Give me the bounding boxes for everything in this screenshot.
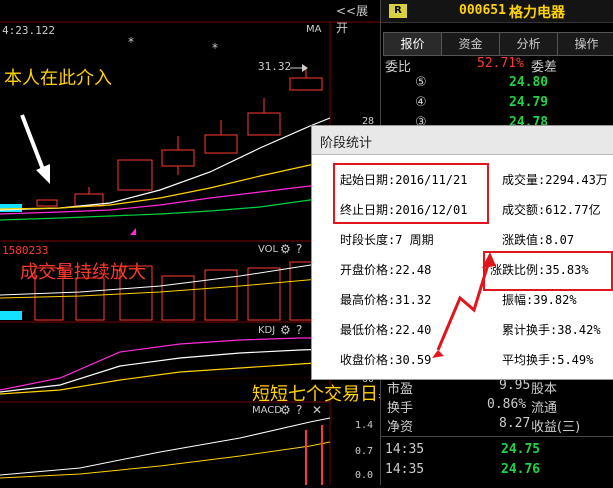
- ma-value-label: 4:23.122: [2, 24, 55, 37]
- weicha-label: 委差: [531, 60, 558, 75]
- nav-label: 净资: [387, 420, 414, 435]
- ask-price: 24.79: [509, 95, 549, 110]
- ticks-divider: [381, 436, 613, 437]
- equity-label: 股本: [531, 382, 558, 397]
- popup-header[interactable]: 阶段统计: [312, 126, 613, 155]
- kdj-tag: KDJ: [258, 325, 276, 336]
- close-price: 收盘价格:30.59: [340, 353, 432, 367]
- kdj-help-icon[interactable]: ?: [296, 323, 302, 337]
- tab-operation[interactable]: 操作: [557, 32, 613, 56]
- low-price: 最低价格:22.40: [340, 323, 432, 337]
- high-price: 最高价格:31.32: [340, 293, 432, 307]
- macd-tag: MACD: [252, 405, 282, 416]
- ask-row[interactable]: ⑤ 24.80: [381, 75, 613, 93]
- max-price-pointer-icon: [290, 64, 308, 72]
- vol-bar: [204, 269, 238, 321]
- ma-tag: MA: [306, 24, 322, 35]
- pe-label: 市盈: [387, 382, 414, 397]
- stock-header: R 000651 格力电器: [381, 0, 613, 23]
- svg-text:*: *: [128, 35, 134, 49]
- weibi-label: 委比: [385, 60, 412, 75]
- ask-level: ⑤: [415, 75, 427, 90]
- turnover-row: 换手 0.86% 流通: [381, 397, 613, 416]
- ask-row[interactable]: ④ 24.79: [381, 95, 613, 113]
- tick-price: 24.76: [501, 462, 541, 477]
- nav-value: 8.27: [499, 416, 531, 431]
- kdj-gear-icon[interactable]: ⚙: [280, 323, 291, 337]
- candle: [204, 134, 238, 154]
- vol-bar: [0, 311, 22, 320]
- red-pointer-arrow: [432, 252, 496, 358]
- weibi-value: 52.71%: [477, 56, 524, 71]
- tab-quote[interactable]: 报价: [383, 32, 442, 56]
- change-value: 涨跌值:8.07: [502, 233, 575, 247]
- vol-bar: [75, 277, 105, 321]
- candle: [117, 159, 153, 191]
- ask-price: 24.80: [509, 75, 549, 90]
- weibi-row: 委比 52.71% 委差: [381, 56, 613, 75]
- axis-label-0-7: 0.7: [355, 446, 374, 457]
- tick-time: 14:35: [385, 442, 425, 457]
- axis-label-1-4: 1.4: [355, 420, 374, 431]
- volume-total: 成交量:2294.43万: [502, 173, 608, 187]
- expand-button[interactable]: <<展开: [336, 2, 380, 36]
- vol-gear-icon[interactable]: ⚙: [280, 242, 291, 256]
- date-highlight-box: [333, 163, 489, 224]
- annotation-intervene: 本人在此介入: [4, 68, 112, 89]
- period-length: 时段长度:7 周期: [340, 233, 434, 247]
- open-price: 开盘价格:22.48: [340, 263, 432, 277]
- stock-code: 000651: [459, 3, 506, 18]
- max-price-label: 31.32: [258, 60, 292, 73]
- axis-label-0-0: 0.0: [355, 470, 374, 481]
- tick-time: 14:35: [385, 462, 425, 477]
- vol-bar: [247, 267, 281, 321]
- popup-title: 阶段统计: [320, 136, 373, 151]
- svg-text:*: *: [212, 41, 218, 55]
- float-label: 流通: [531, 401, 558, 416]
- macd-yellow-line: [0, 441, 331, 479]
- tick-row: 14:35 24.75: [381, 442, 613, 460]
- rzrq-badge: R: [389, 4, 407, 18]
- vol-help-icon[interactable]: ?: [296, 242, 302, 256]
- candle: [247, 112, 281, 136]
- tab-funds[interactable]: 资金: [441, 32, 500, 56]
- tick-price: 24.75: [501, 442, 541, 457]
- candle: [36, 199, 58, 207]
- income-label: 收益(三): [531, 420, 581, 435]
- pe-row: 市盈 9.95 股本: [381, 378, 613, 397]
- candle: [289, 77, 323, 91]
- arrow-annotation: [20, 114, 50, 184]
- turnover-value: 0.86%: [487, 397, 527, 412]
- tab-analysis[interactable]: 分析: [499, 32, 558, 56]
- cumulative-turnover: 累计换手:38.42%: [502, 323, 601, 337]
- amount-total: 成交额:612.77亿: [502, 203, 601, 217]
- turnover-label: 换手: [387, 401, 414, 416]
- change-highlight-box: [483, 251, 613, 291]
- average-turnover: 平均换手:5.49%: [502, 353, 594, 367]
- tick-row: 14:35 24.76: [381, 462, 613, 480]
- ask-level: ④: [415, 95, 427, 110]
- vol-tag: VOL: [258, 244, 279, 255]
- volume-value-label: 1580233: [2, 244, 49, 257]
- stock-name: 格力电器: [509, 5, 565, 21]
- macd-white-line: [0, 417, 331, 476]
- nav-row: 净资 8.27 收益(三): [381, 416, 613, 435]
- candle: [161, 149, 195, 167]
- pe-value: 9.95: [499, 378, 531, 393]
- annotation-volume: 成交量持续放大: [20, 262, 146, 283]
- amplitude: 振幅:39.82%: [502, 293, 577, 307]
